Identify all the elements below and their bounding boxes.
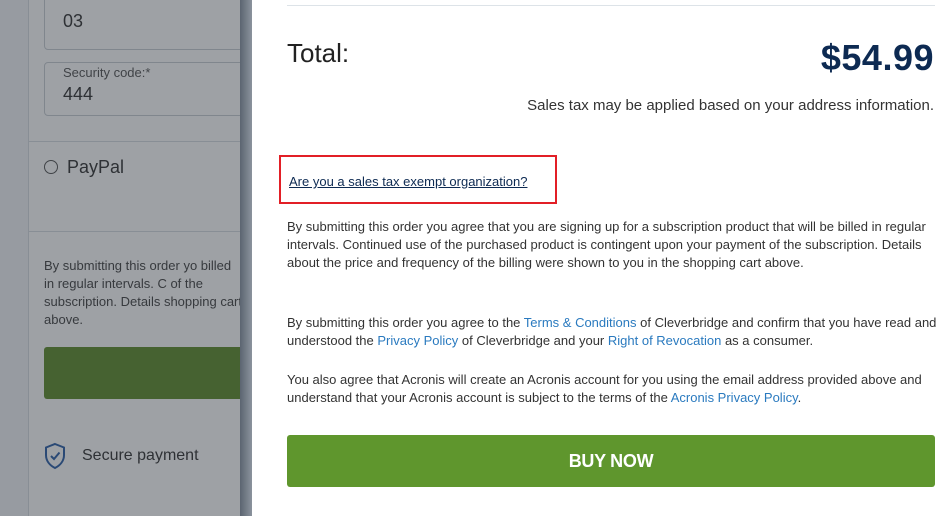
total-label: Total:: [287, 38, 350, 68]
sales-tax-note: Sales tax may be applied based on your a…: [527, 97, 934, 114]
tax-exempt-link[interactable]: Are you a sales tax exempt organization?: [289, 174, 527, 189]
acronis-text: .: [797, 390, 802, 405]
terms-conditions-link[interactable]: Terms & Conditions: [524, 315, 637, 330]
right-of-revocation-link[interactable]: Right of Revocation: [608, 333, 721, 348]
agreement-text: of Cleverbridge and your: [458, 333, 608, 348]
subscription-disclaimer: By submitting this order you agree that …: [287, 219, 926, 270]
divider: [287, 5, 935, 6]
modal-border: [240, 0, 252, 516]
acronis-text: You also agree that Acronis will create …: [287, 372, 922, 405]
terms-agreement-text: By submitting this order you agree to th…: [287, 314, 937, 350]
order-summary-modal: Total: $54.99 Sales tax may be applied b…: [252, 0, 942, 516]
agreement-text: By submitting this order you agree to th…: [287, 315, 524, 330]
agreement-text: as a consumer.: [721, 333, 814, 348]
modal-backdrop[interactable]: [0, 0, 240, 516]
privacy-policy-link[interactable]: Privacy Policy: [377, 333, 458, 348]
acronis-account-text: You also agree that Acronis will create …: [287, 371, 937, 407]
buy-now-button[interactable]: BUY NOW: [287, 435, 935, 487]
acronis-privacy-policy-link[interactable]: Acronis Privacy Policy: [671, 390, 798, 405]
total-value: $54.99: [820, 37, 934, 78]
